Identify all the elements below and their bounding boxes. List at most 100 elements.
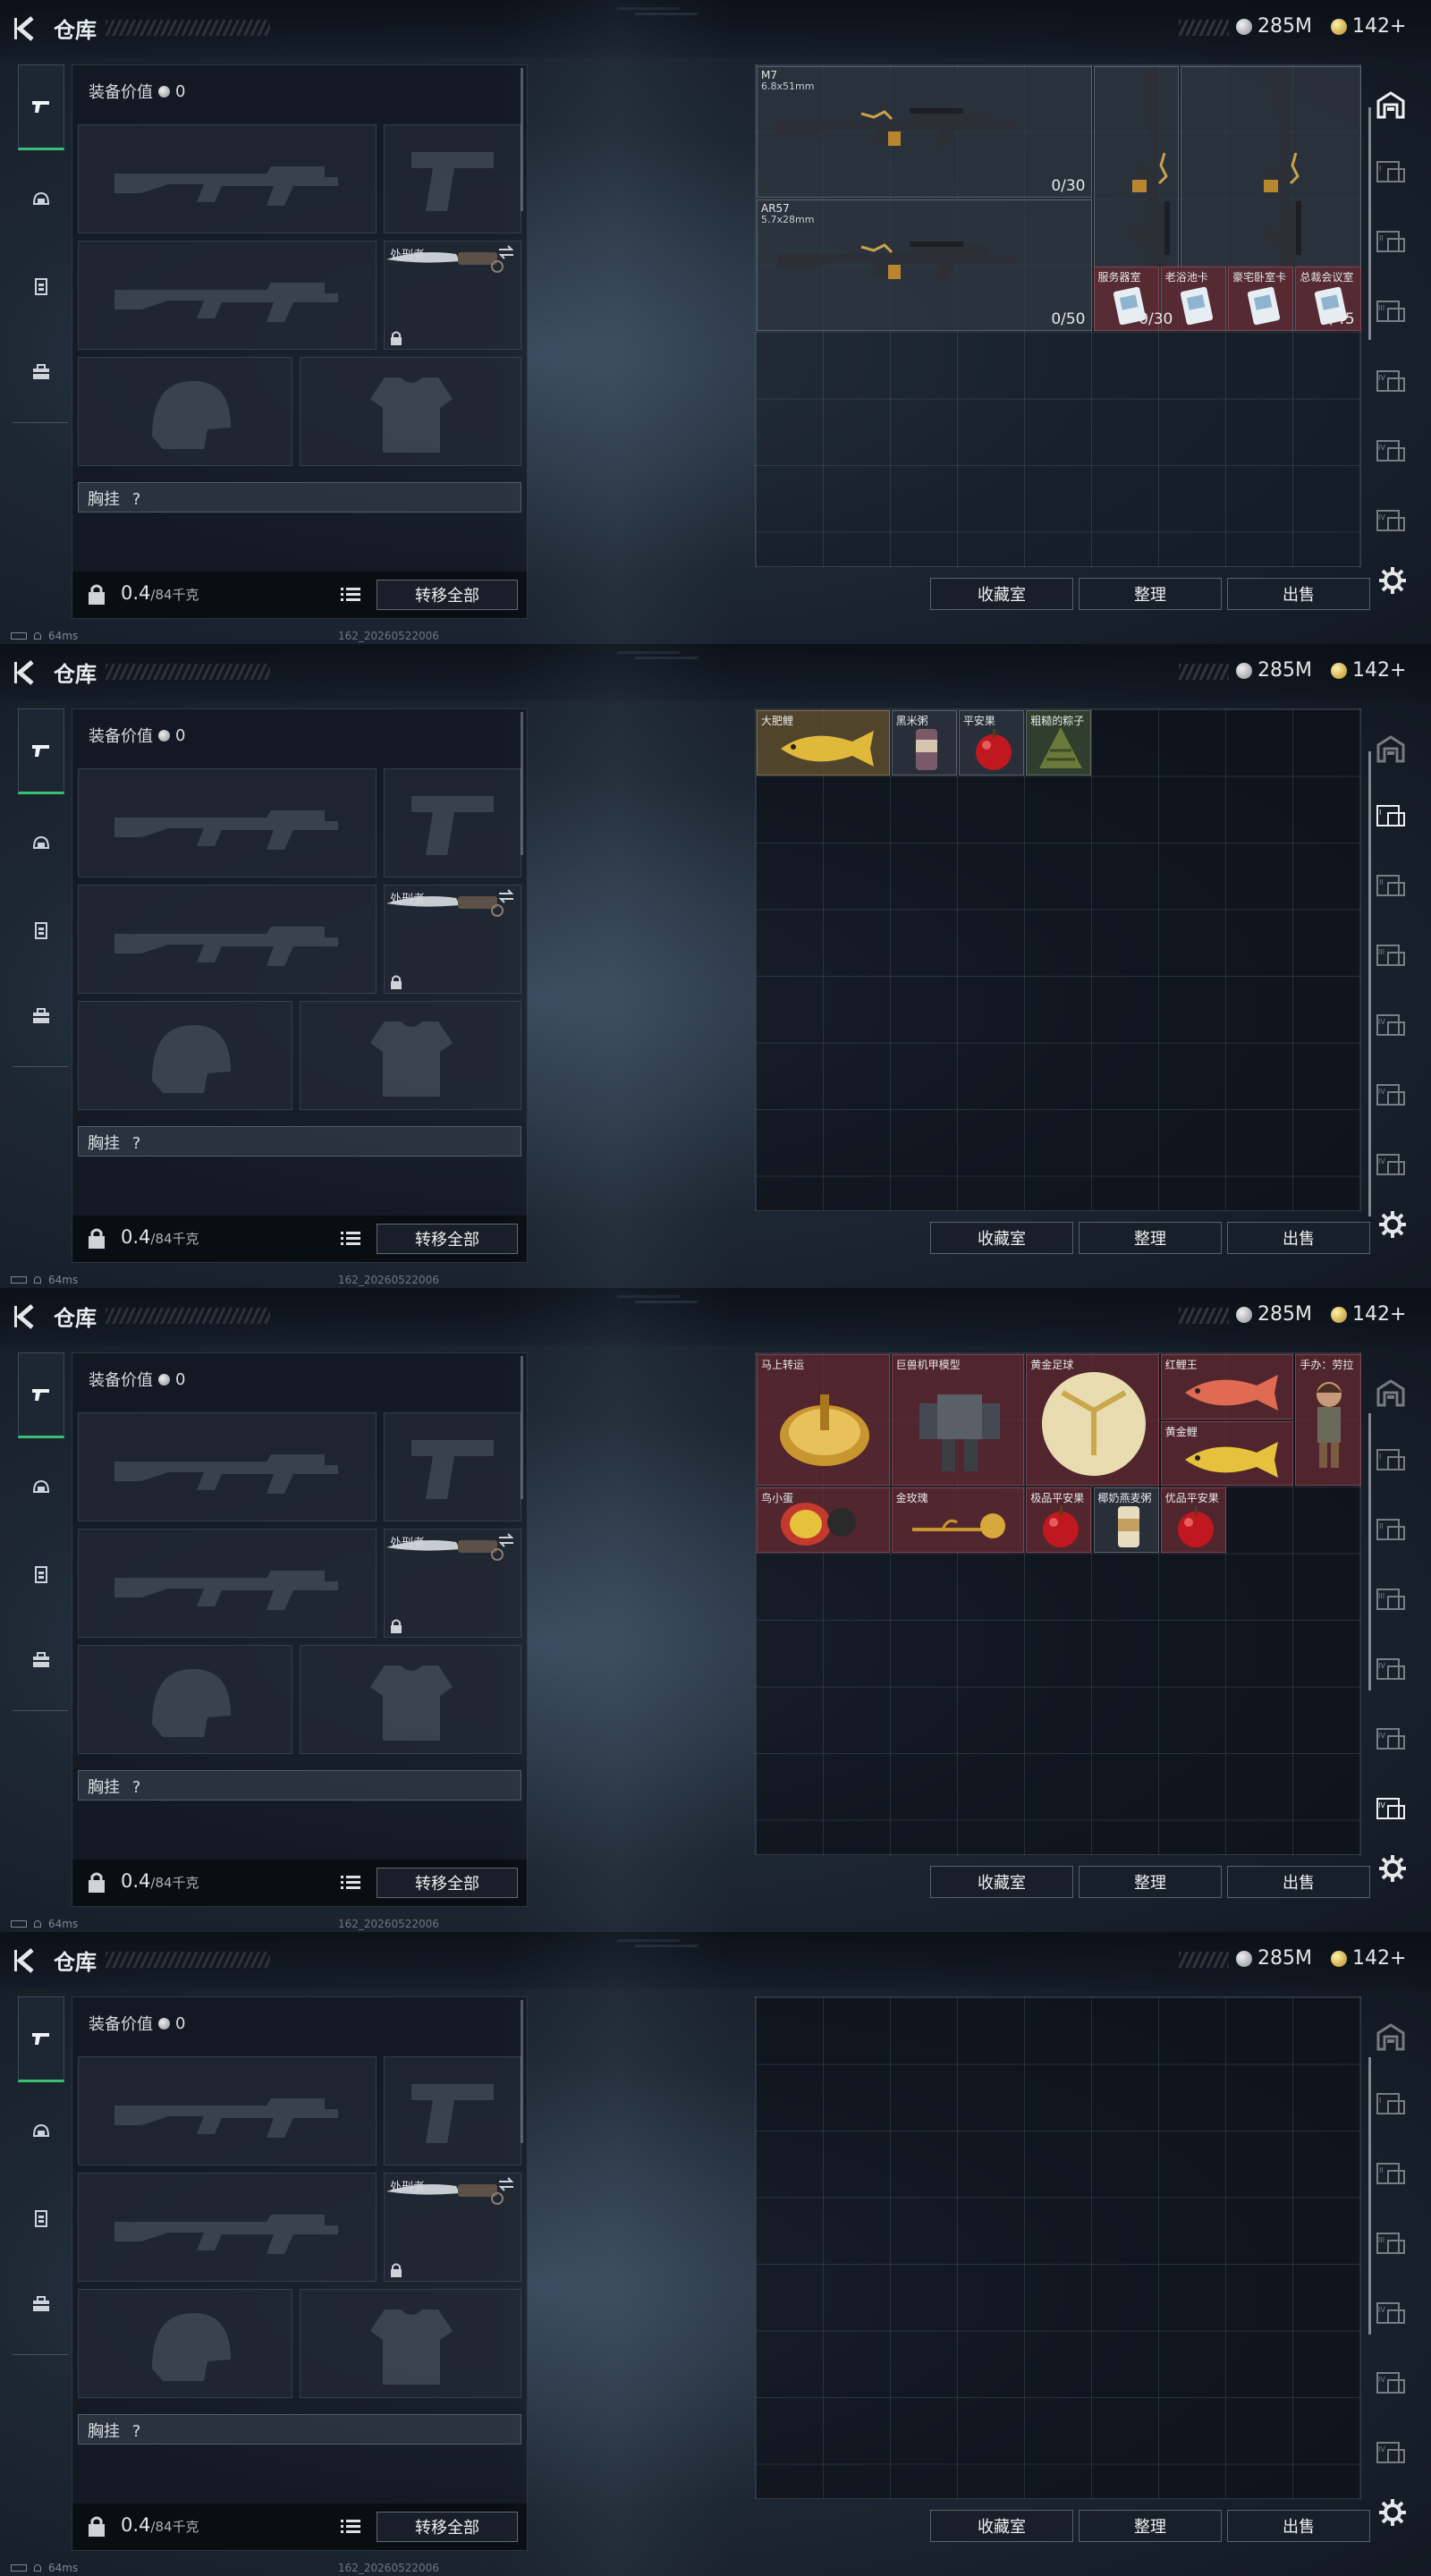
helmet-slot[interactable]	[78, 357, 292, 466]
tab-armor[interactable]	[18, 801, 64, 887]
swap-icon[interactable]	[497, 889, 515, 903]
organize-button[interactable]: 整理	[1079, 1222, 1222, 1254]
storage-page-6[interactable]: IV	[1368, 1132, 1413, 1197]
melee-slot[interactable]: 处刑者	[384, 885, 521, 994]
pistol-slot[interactable]	[384, 1412, 521, 1521]
organize-button[interactable]: 整理	[1079, 2510, 1222, 2542]
silver-currency[interactable]: 285M	[1236, 659, 1312, 682]
storage-page-2[interactable]: II	[1368, 1497, 1413, 1562]
food-item[interactable]: 黑米粥	[891, 710, 957, 775]
storage-page-3[interactable]: III	[1368, 1567, 1413, 1631]
equipment-scrollbar[interactable]	[521, 1356, 523, 1499]
gold-currency[interactable]: 142+	[1331, 1303, 1406, 1326]
chest-rig-slot[interactable]: 胸挂 ?	[78, 1126, 521, 1157]
secondary-weapon-slot[interactable]	[78, 241, 377, 350]
sell-button[interactable]: 出售	[1227, 578, 1370, 610]
gold-currency[interactable]: 142+	[1331, 1947, 1406, 1970]
chest-rig-slot[interactable]: 胸挂 ?	[78, 482, 521, 513]
collectible-item[interactable]: 手办：劳拉	[1295, 1354, 1361, 1486]
storage-page-4[interactable]: IV	[1368, 2281, 1413, 2345]
storage-page-3[interactable]: III	[1368, 923, 1413, 987]
tab-rig[interactable]	[18, 2175, 64, 2261]
collectible-item[interactable]: 椰奶燕麦粥	[1093, 1487, 1159, 1553]
storage-page-3[interactable]: III	[1368, 279, 1413, 343]
storage-scrollbar[interactable]	[1368, 751, 1371, 1216]
tab-weapons[interactable]	[18, 64, 64, 150]
tab-weapons[interactable]	[18, 1352, 64, 1438]
weapon-m7[interactable]: M7 6.8x51mm 0/30	[757, 66, 1092, 198]
storage-page-2[interactable]: II	[1368, 2141, 1413, 2206]
storage-page-5[interactable]: IV	[1368, 1063, 1413, 1127]
storage-grid[interactable]: M7 6.8x51mm 0/30 0/30 0/45 AR57 5.7x28mm 0/50 服务…	[755, 64, 1361, 567]
collection-room-button[interactable]: 收藏室	[930, 578, 1073, 610]
storage-scrollbar[interactable]	[1368, 107, 1371, 340]
pistol-slot[interactable]	[384, 124, 521, 233]
list-icon[interactable]	[341, 586, 360, 604]
tab-backpack[interactable]	[18, 329, 64, 415]
tab-weapons[interactable]	[18, 1996, 64, 2082]
collectible-item[interactable]: 马上转运	[757, 1354, 890, 1486]
storage-page-4[interactable]: IV	[1368, 1637, 1413, 1701]
equipment-scrollbar[interactable]	[521, 712, 523, 855]
keycard-item[interactable]: 豪宅卧室卡	[1228, 266, 1294, 331]
helmet-slot[interactable]	[78, 2289, 292, 2398]
primary-weapon-slot[interactable]	[78, 124, 377, 233]
primary-weapon-slot[interactable]	[78, 2056, 377, 2165]
tab-rig[interactable]	[18, 243, 64, 329]
body-armor-slot[interactable]	[300, 357, 521, 466]
weapon-ar57[interactable]: AR57 5.7x28mm 0/50	[757, 199, 1092, 331]
transfer-all-button[interactable]: 转移全部	[377, 2512, 518, 2542]
tab-backpack[interactable]	[18, 973, 64, 1059]
chest-rig-help-icon[interactable]: ?	[132, 2422, 141, 2441]
sell-button[interactable]: 出售	[1227, 2510, 1370, 2542]
storage-page-1[interactable]: I	[1368, 2072, 1413, 2136]
tab-backpack[interactable]	[18, 1617, 64, 1703]
silver-currency[interactable]: 285M	[1236, 1947, 1312, 1970]
tab-armor[interactable]	[18, 2089, 64, 2175]
secondary-weapon-slot[interactable]	[78, 2173, 377, 2282]
storage-scrollbar[interactable]	[1368, 2057, 1371, 2334]
organize-button[interactable]: 整理	[1079, 1866, 1222, 1898]
back-button[interactable]	[13, 1945, 39, 1977]
gear-icon[interactable]	[1377, 2497, 1408, 2528]
silver-currency[interactable]: 285M	[1236, 15, 1312, 38]
melee-slot[interactable]: 处刑者	[384, 2173, 521, 2282]
primary-weapon-slot[interactable]	[78, 1412, 377, 1521]
organize-button[interactable]: 整理	[1079, 578, 1222, 610]
pistol-slot[interactable]	[384, 2056, 521, 2165]
helmet-slot[interactable]	[78, 1645, 292, 1754]
helmet-slot[interactable]	[78, 1001, 292, 1110]
storage-page-5[interactable]: IV	[1368, 2351, 1413, 2415]
collectible-item[interactable]: 鸟小蛋	[757, 1487, 890, 1553]
collection-room-button[interactable]: 收藏室	[930, 2510, 1073, 2542]
storage-page-2[interactable]: II	[1368, 853, 1413, 918]
storage-page-3[interactable]: III	[1368, 2211, 1413, 2275]
storage-page-main[interactable]	[1368, 73, 1413, 138]
sell-button[interactable]: 出售	[1227, 1866, 1370, 1898]
storage-page-2[interactable]: II	[1368, 209, 1413, 274]
storage-page-1[interactable]: I	[1368, 784, 1413, 848]
collectible-item[interactable]: 极品平安果	[1026, 1487, 1092, 1553]
collectible-item[interactable]: 金玫瑰	[891, 1487, 1025, 1553]
storage-page-1[interactable]: I	[1368, 140, 1413, 204]
storage-page-6[interactable]: IV	[1368, 2420, 1413, 2485]
storage-page-main[interactable]	[1368, 1361, 1413, 1426]
storage-page-4[interactable]: IV	[1368, 349, 1413, 413]
silver-currency[interactable]: 285M	[1236, 1303, 1312, 1326]
equipment-scrollbar[interactable]	[521, 2000, 523, 2143]
storage-page-main[interactable]	[1368, 717, 1413, 782]
gold-currency[interactable]: 142+	[1331, 659, 1406, 682]
collectible-item[interactable]: 黄金足球	[1026, 1354, 1159, 1486]
primary-weapon-slot[interactable]	[78, 768, 377, 877]
back-button[interactable]	[13, 13, 39, 45]
gold-currency[interactable]: 142+	[1331, 15, 1406, 38]
tab-backpack[interactable]	[18, 2261, 64, 2347]
gear-icon[interactable]	[1377, 1853, 1408, 1884]
gear-icon[interactable]	[1377, 565, 1408, 596]
gear-icon[interactable]	[1377, 1209, 1408, 1240]
food-item[interactable]: 粗糙的粽子	[1026, 710, 1092, 775]
transfer-all-button[interactable]: 转移全部	[377, 580, 518, 610]
body-armor-slot[interactable]	[300, 1001, 521, 1110]
body-armor-slot[interactable]	[300, 2289, 521, 2398]
tab-rig[interactable]	[18, 1531, 64, 1617]
